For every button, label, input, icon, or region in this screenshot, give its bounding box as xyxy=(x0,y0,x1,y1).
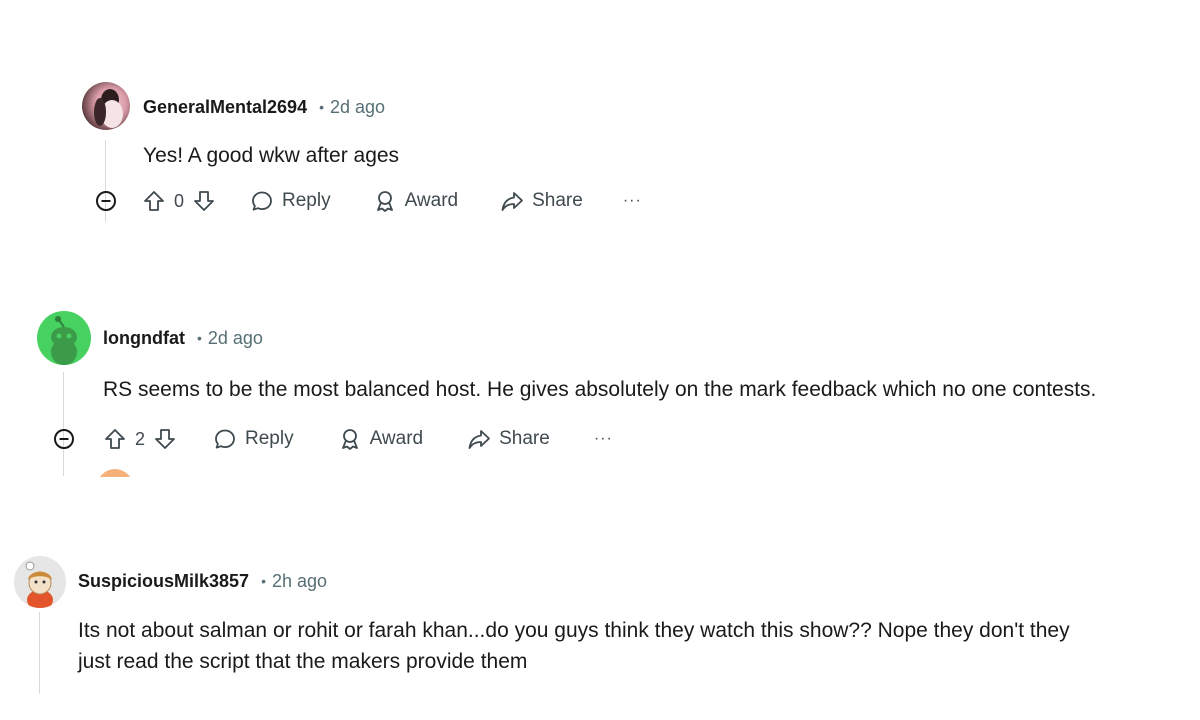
comment-actions: 2 Reply Award Share ··· xyxy=(52,424,613,454)
downvote-button[interactable] xyxy=(153,427,177,451)
avatar[interactable] xyxy=(82,82,130,130)
share-button[interactable]: Share xyxy=(467,427,550,451)
share-arrow-icon xyxy=(501,192,524,211)
reply-label: Reply xyxy=(245,428,294,449)
separator-dot: • xyxy=(261,573,266,589)
comment-body: Yes! A good wkw after ages xyxy=(143,144,400,167)
vote-count: 0 xyxy=(174,190,185,211)
comment-body: RS seems to be the most balanced host. H… xyxy=(103,378,1097,401)
arrow-up-icon xyxy=(105,429,125,449)
reply-button[interactable]: Reply xyxy=(250,189,331,213)
minus-circle-icon xyxy=(54,429,74,449)
award-ribbon-icon xyxy=(376,191,393,212)
award-button[interactable]: Award xyxy=(338,427,424,451)
timestamp[interactable]: 2h ago xyxy=(272,571,327,592)
award-ribbon-icon xyxy=(341,429,358,450)
comment-body-line: Its not about salman or rohit or farah k… xyxy=(78,619,1070,642)
more-options-button[interactable]: ··· xyxy=(594,430,613,448)
comment-body-line: just read the script that the makers pro… xyxy=(78,650,528,673)
vote-count: 2 xyxy=(135,428,146,449)
reply-label: Reply xyxy=(282,190,331,211)
minus-circle-icon xyxy=(96,191,116,211)
timestamp[interactable]: 2d ago xyxy=(330,97,385,118)
speech-bubble-icon xyxy=(252,191,272,211)
timestamp[interactable]: 2d ago xyxy=(208,328,263,349)
downvote-button[interactable] xyxy=(192,189,216,213)
separator-dot: • xyxy=(196,330,202,346)
share-arrow-icon xyxy=(468,430,491,449)
avatar[interactable] xyxy=(37,311,91,365)
share-button[interactable]: Share xyxy=(500,189,583,213)
collapse-button[interactable] xyxy=(94,189,118,213)
separator-dot: • xyxy=(319,99,324,115)
collapse-button[interactable] xyxy=(52,427,76,451)
reply-button[interactable]: Reply xyxy=(213,427,294,451)
nested-reply-avatar[interactable] xyxy=(97,469,133,477)
avatar[interactable] xyxy=(14,556,66,608)
username[interactable]: longndfat xyxy=(103,328,185,349)
arrow-down-icon xyxy=(155,429,175,449)
avatar-image xyxy=(14,556,66,608)
username[interactable]: GeneralMental2694 xyxy=(143,97,307,118)
snoo-avatar-icon xyxy=(51,316,77,365)
arrow-up-icon xyxy=(144,191,164,211)
award-label: Award xyxy=(404,190,459,211)
more-options-button[interactable]: ··· xyxy=(623,192,642,210)
share-label: Share xyxy=(499,428,550,449)
share-label: Share xyxy=(532,190,583,211)
speech-bubble-icon xyxy=(215,429,235,449)
avatar-image xyxy=(94,89,123,128)
upvote-button[interactable] xyxy=(103,427,127,451)
award-label: Award xyxy=(369,428,424,449)
comment-actions: 0 Reply Award Share ··· xyxy=(94,186,642,216)
upvote-button[interactable] xyxy=(142,189,166,213)
arrow-down-icon xyxy=(194,191,214,211)
award-button[interactable]: Award xyxy=(373,189,459,213)
username[interactable]: SuspiciousMilk3857 xyxy=(78,571,249,592)
thread-line xyxy=(39,612,40,694)
